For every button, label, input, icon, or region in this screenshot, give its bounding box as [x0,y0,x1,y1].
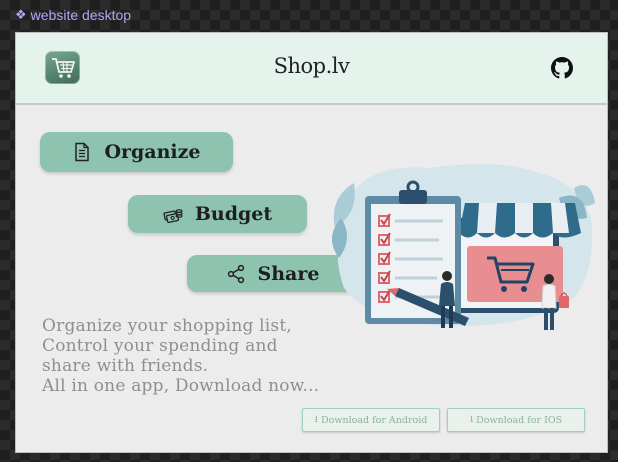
tagline-line: All in one app, Download now... [42,376,320,396]
shopping-illustration [331,164,595,330]
download-ios-label: Download for IOS [476,414,563,426]
budget-label: Budget [194,203,273,225]
tagline: Organize your shopping list, Control you… [42,316,362,396]
budget-button[interactable]: Budget [128,195,307,233]
share-label: Share [257,262,320,285]
frame-label: ❖ website desktop [15,6,131,24]
download-icon: ⭳ [314,414,318,425]
organize-button[interactable]: Organize [40,132,233,172]
tagline-line: Organize your shopping list, [42,316,292,336]
money-stack-icon [163,209,183,224]
download-ios-button[interactable]: ⭳ Download for IOS [447,408,585,432]
component-icon: ❖ [15,7,27,22]
document-icon [75,142,90,162]
tagline-line: Control your spending and [42,336,278,356]
brand-title: Shop.lv [273,54,350,78]
organize-label: Organize [104,141,201,163]
download-android-label: Download for Android [320,414,428,426]
frame-label-text: website desktop [30,7,132,23]
download-android-button[interactable]: ⭳ Download for Android [302,408,440,432]
header: Shop.lv [16,33,607,105]
tagline-line: share with friends. [42,356,209,376]
website-frame: Shop.lv Organize Budget Share Organize y… [16,33,607,452]
github-icon[interactable] [551,57,573,79]
share-icon [227,264,244,283]
download-icon: ⭳ [469,414,474,425]
